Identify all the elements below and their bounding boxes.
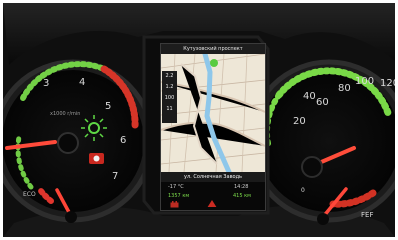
clock-time: 14:28 [234,184,249,190]
nav-left-distance-2: 1.2 [165,84,174,90]
eco-label: ECO [23,191,36,198]
nav-left-distance-4: 11 [166,106,173,112]
nav-top-street: Кутузовский проспект [161,44,265,54]
speed-indicator-text: FEF [361,211,374,219]
car-dashboard-photo: 3 4 5 6 7 x1000 r/min ECO 20 40 60 80 10… [0,0,398,240]
speed-label-100: 100 [355,76,375,87]
warning-triangle-icon [207,200,217,207]
speed-label-20: 20 [293,116,306,127]
rpm-label-4: 4 [79,77,86,88]
rpm-label-7: 7 [112,171,119,182]
navigation-screen: Кутузовский проспект 2.2 1.2 100 11 ул. … [160,43,266,211]
rpm-label-3: 3 [43,78,50,89]
nav-bottom-street: ул. Солнечная Заводь [161,172,265,182]
speed-label-120: 120 [380,78,395,89]
battery-warning-icon [170,201,179,208]
nav-status-panel: -17 °C 14:28 1357 км 415 км [161,182,265,210]
navigation-map: 2.2 1.2 100 11 [161,54,265,172]
speed-label-zero: 0 [301,187,305,194]
rpm-brand-text: x1000 r/min [50,111,81,117]
trip-distance-left: 1357 км [168,193,190,199]
nav-left-distance-3: 100 [164,95,175,101]
nav-left-panel: 2.2 1.2 100 11 [162,71,177,123]
dashboard-frame: 3 4 5 6 7 x1000 r/min ECO 20 40 60 80 10… [3,3,395,237]
speed-label-80: 80 [338,83,351,94]
rpm-label-5: 5 [105,101,112,112]
outside-temp: -17 °C [168,184,184,190]
rpm-label-6: 6 [120,135,127,146]
trip-distance-right: 415 км [233,193,251,199]
nav-left-distance-1: 2.2 [165,73,174,79]
speed-label-40: 40 [303,91,316,102]
speed-label-60: 60 [316,97,329,108]
